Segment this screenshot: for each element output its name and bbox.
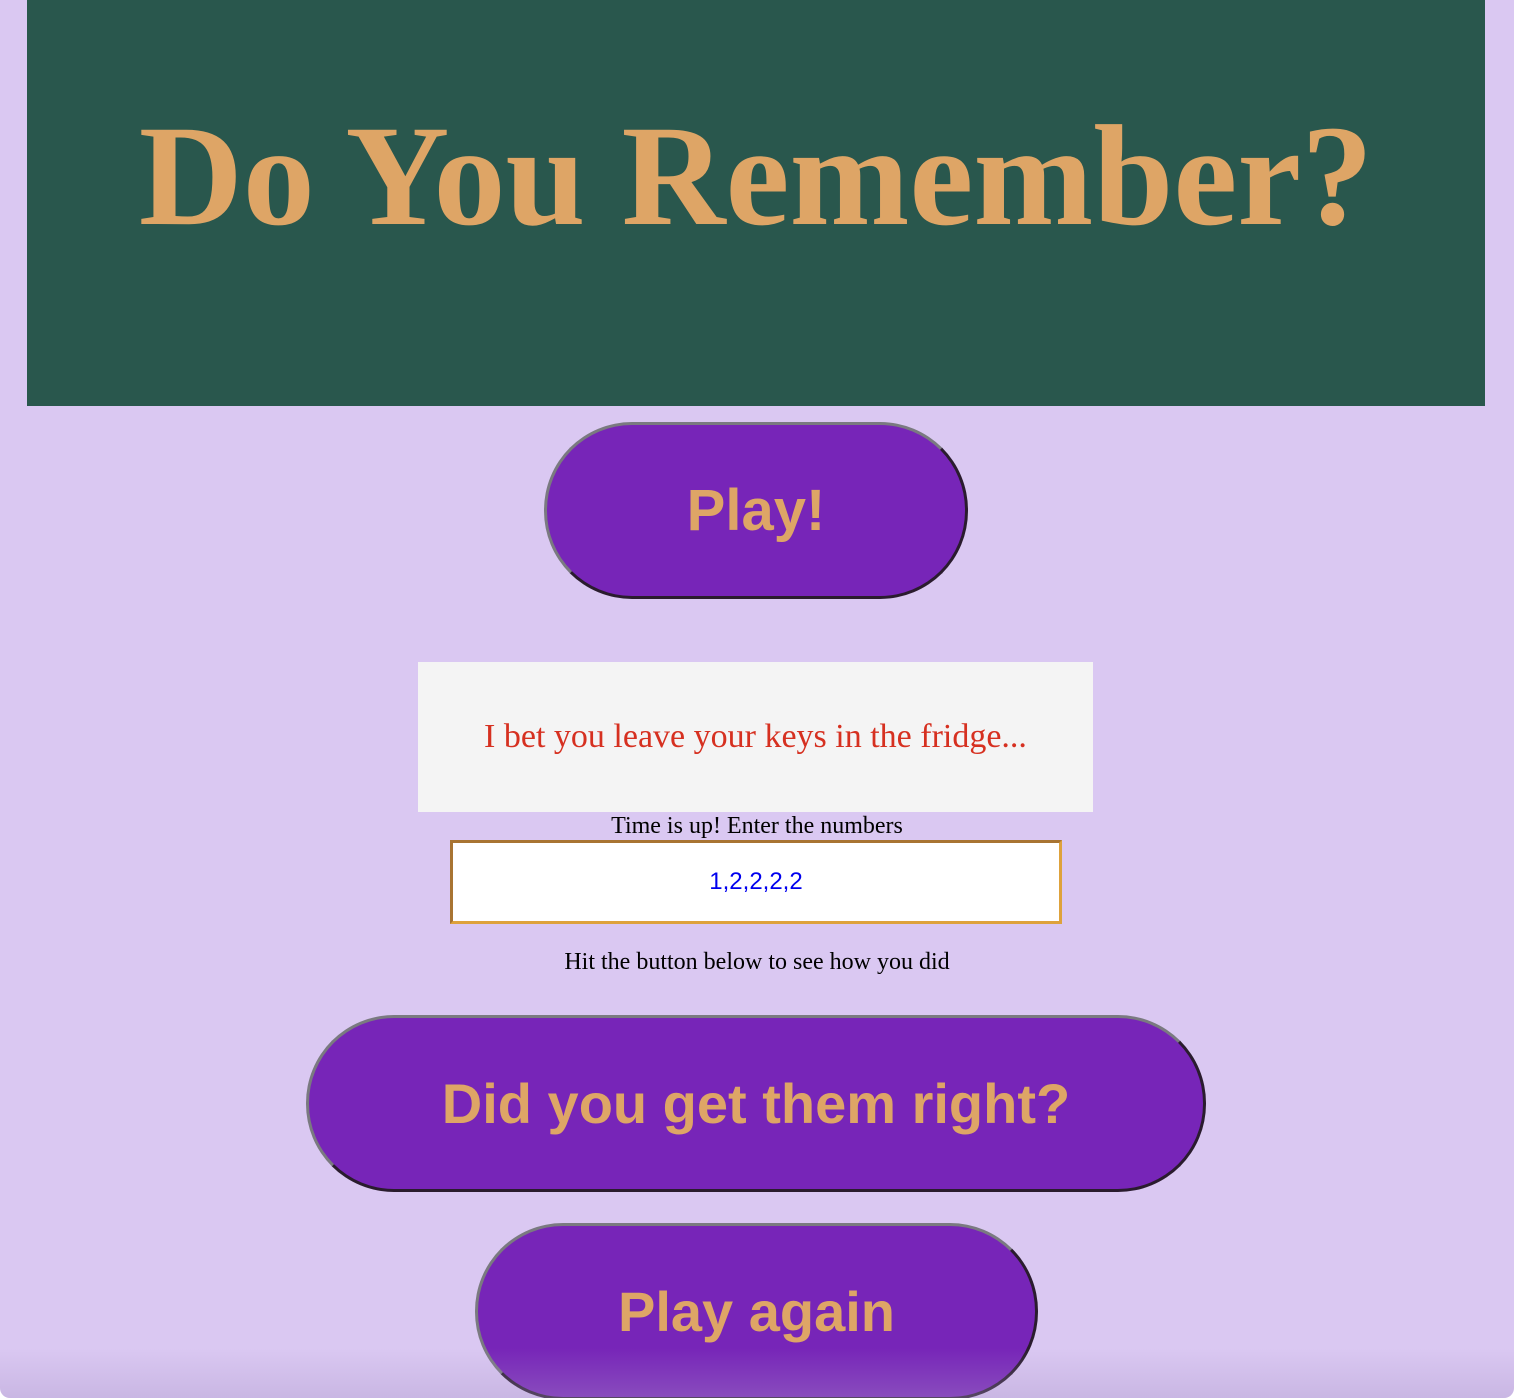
page-title: Do You Remember? xyxy=(138,97,1374,256)
message-text: I bet you leave your keys in the fridge.… xyxy=(484,718,1027,755)
prompt-label: Time is up! Enter the numbers xyxy=(611,813,903,839)
header-banner: Do You Remember? xyxy=(27,0,1485,406)
hint-text: Hit the button below to see how you did xyxy=(564,949,950,975)
numbers-input[interactable] xyxy=(450,840,1062,924)
play-again-button[interactable]: Play again xyxy=(475,1223,1038,1398)
check-answers-button[interactable]: Did you get them right? xyxy=(306,1015,1206,1192)
message-box: I bet you leave your keys in the fridge.… xyxy=(418,662,1093,812)
play-button[interactable]: Play! xyxy=(544,422,968,599)
game-page: Do You Remember? Play! I bet you leave y… xyxy=(0,0,1514,1398)
